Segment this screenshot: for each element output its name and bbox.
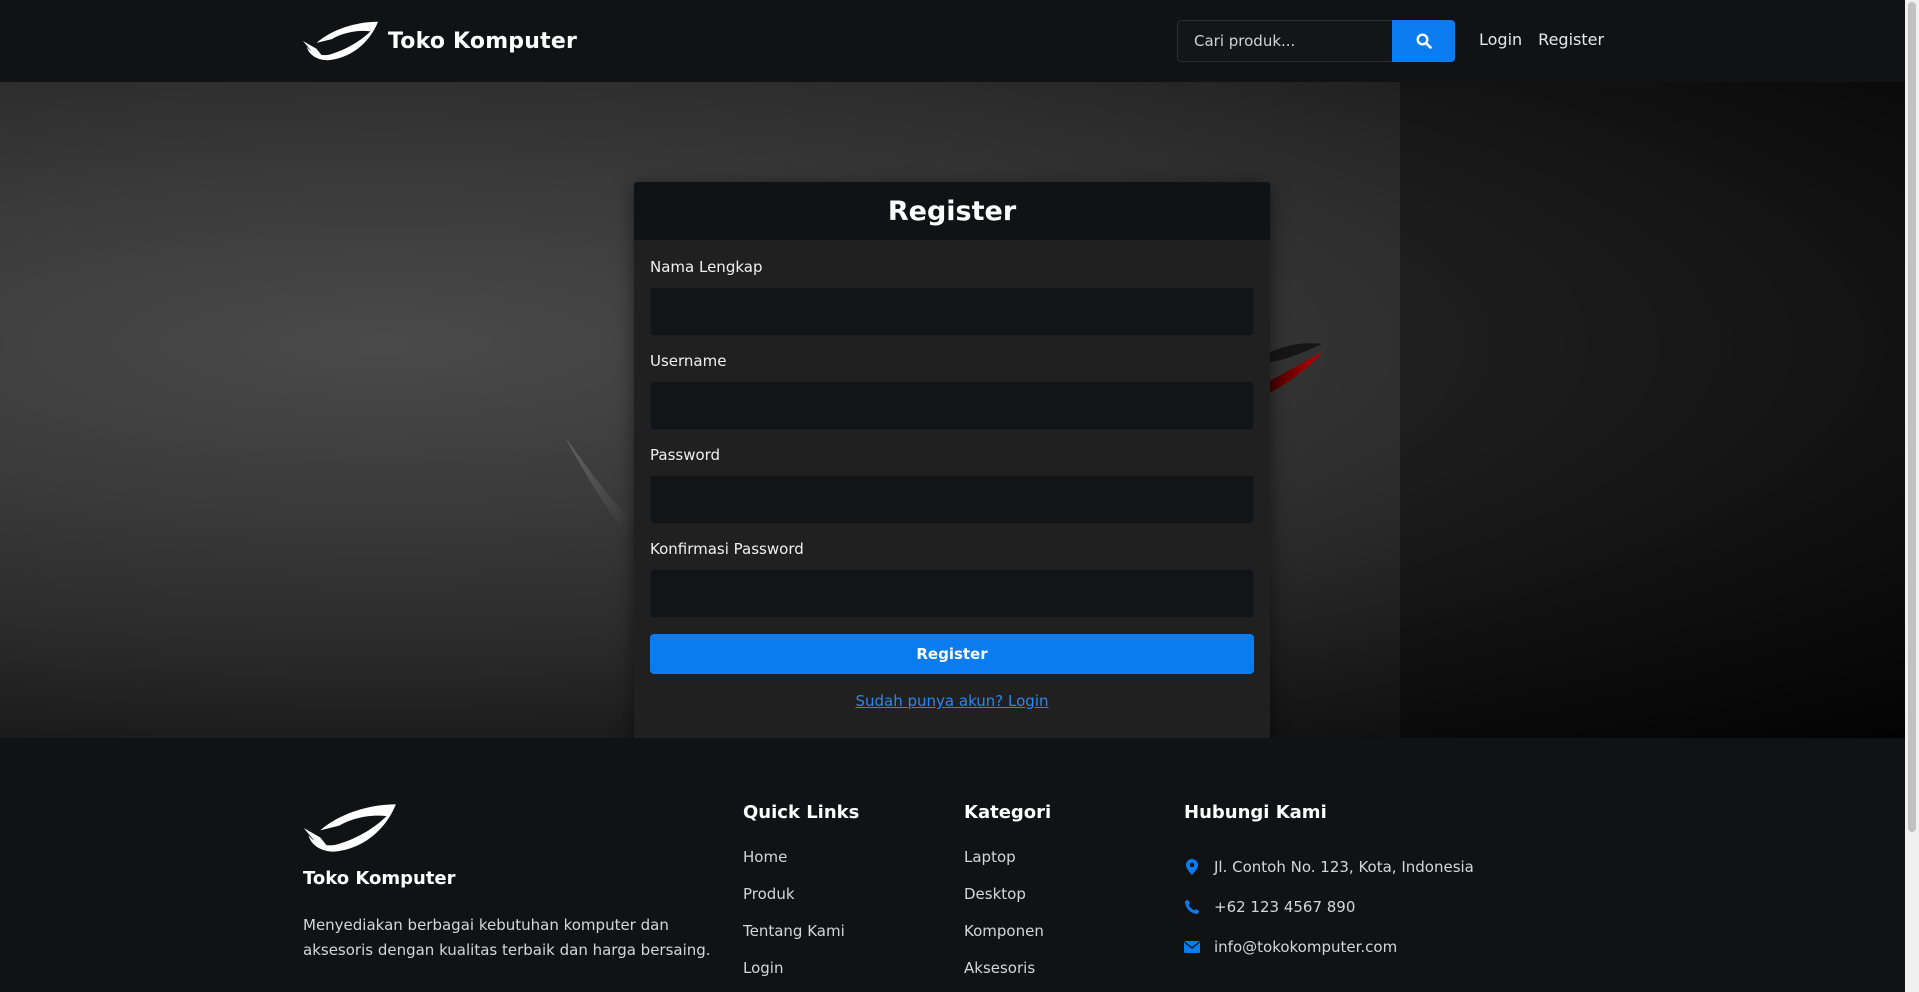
search-input[interactable]: [1177, 20, 1392, 62]
footer-kategori: Kategori Laptop Desktop Komponen Aksesor…: [964, 802, 1051, 992]
footer-logo-icon: [303, 804, 396, 852]
contact-address: Jl. Contoh No. 123, Kota, Indonesia: [1184, 847, 1474, 887]
register-form: Nama Lengkap Username Password Konfirmas…: [634, 240, 1270, 710]
full-name-field[interactable]: [650, 287, 1254, 336]
envelope-icon: [1184, 938, 1200, 956]
footer-cat-desktop[interactable]: Desktop: [964, 885, 1026, 903]
brand-logo-icon: [303, 21, 379, 61]
contact-email-text: info@tokokomputer.com: [1214, 938, 1398, 956]
confirm-password-field[interactable]: [650, 569, 1254, 618]
footer-description: Menyediakan berbagai kebutuhan komputer …: [303, 916, 711, 959]
password-field[interactable]: [650, 475, 1254, 524]
navbar: Toko Komputer Login Register: [0, 0, 1919, 82]
register-card: Register Nama Lengkap Username Password …: [634, 182, 1270, 738]
register-card-header: Register: [634, 182, 1270, 240]
confirm-password-group: Konfirmasi Password: [650, 540, 1254, 618]
brand-name: Toko Komputer: [388, 28, 578, 54]
page-scrollbar[interactable]: [1905, 0, 1919, 992]
full-name-group: Nama Lengkap: [650, 258, 1254, 336]
nav-links: Login Register: [1479, 30, 1604, 49]
footer-quick-links: Quick Links Home Produk Tentang Kami Log…: [743, 802, 859, 992]
nav-login-link[interactable]: Login: [1479, 30, 1522, 49]
footer-link-tentang[interactable]: Tentang Kami: [743, 922, 845, 940]
contact-address-text: Jl. Contoh No. 123, Kota, Indonesia: [1214, 858, 1474, 876]
scrollbar-thumb[interactable]: [1908, 2, 1916, 832]
footer-brand: Toko Komputer Menyediakan berbagai kebut…: [303, 802, 723, 963]
quick-links-heading: Quick Links: [743, 802, 860, 823]
footer-cat-laptop[interactable]: Laptop: [964, 848, 1016, 866]
footer-link-produk[interactable]: Produk: [743, 885, 795, 903]
confirm-password-label: Konfirmasi Password: [650, 540, 804, 558]
contact-email: info@tokokomputer.com: [1184, 927, 1474, 967]
footer-link-home[interactable]: Home: [743, 848, 787, 866]
phone-icon: [1184, 898, 1200, 916]
password-group: Password: [650, 446, 1254, 524]
search-form: [1177, 20, 1455, 62]
username-field[interactable]: [650, 381, 1254, 430]
username-label: Username: [650, 352, 727, 370]
full-name-label: Nama Lengkap: [650, 258, 763, 276]
brand-link[interactable]: Toko Komputer: [303, 19, 577, 63]
register-title: Register: [887, 195, 1017, 227]
map-marker-icon: [1184, 858, 1200, 876]
footer-cat-aksesoris[interactable]: Aksesoris: [964, 959, 1035, 977]
password-label: Password: [650, 446, 721, 464]
search-button[interactable]: [1392, 20, 1455, 62]
search-icon: [1415, 33, 1432, 49]
nav-register-link[interactable]: Register: [1538, 30, 1604, 49]
footer: Toko Komputer Menyediakan berbagai kebut…: [0, 738, 1919, 992]
hero-section: Register Nama Lengkap Username Password …: [0, 82, 1919, 738]
footer-brand-name: Toko Komputer: [303, 868, 456, 889]
login-link[interactable]: Sudah punya akun? Login: [650, 692, 1254, 710]
footer-cat-komponen[interactable]: Komponen: [964, 922, 1044, 940]
register-submit-button[interactable]: Register: [650, 634, 1254, 674]
kategori-heading: Kategori: [964, 802, 1052, 823]
contact-heading: Hubungi Kami: [1184, 802, 1327, 823]
footer-link-login[interactable]: Login: [743, 959, 783, 977]
footer-contact: Hubungi Kami Jl. Contoh No. 123, Kota, I…: [1184, 802, 1474, 967]
username-group: Username: [650, 352, 1254, 430]
contact-phone-text: +62 123 4567 890: [1214, 898, 1356, 916]
contact-phone: +62 123 4567 890: [1184, 887, 1474, 927]
